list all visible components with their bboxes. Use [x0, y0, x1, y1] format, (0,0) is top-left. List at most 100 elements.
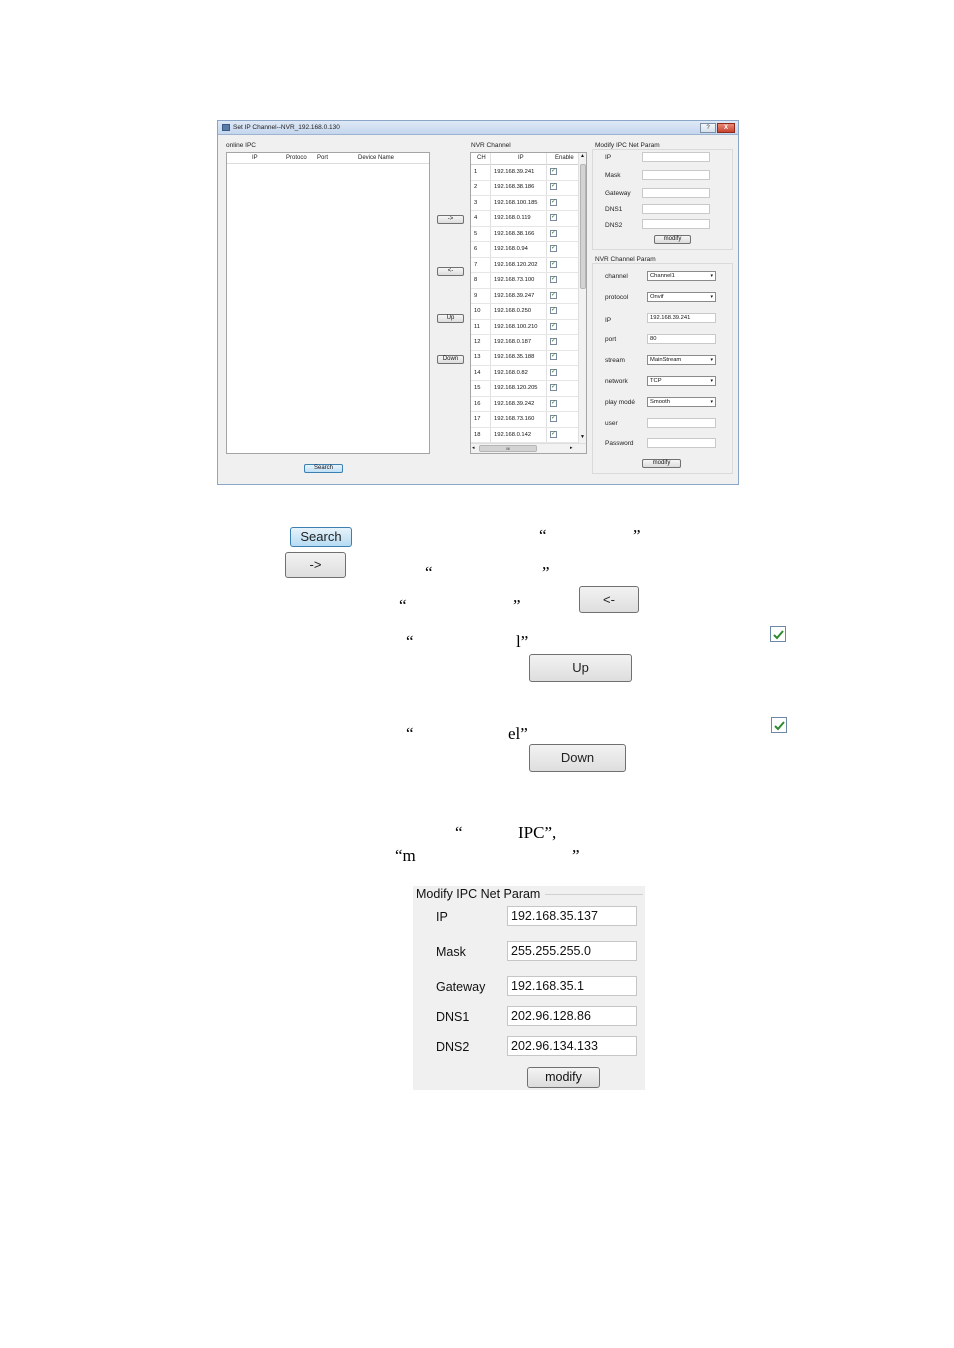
table-row[interactable]: 3 192.168.100.185 ✓: [471, 196, 579, 212]
enable-checkbox[interactable]: ✓: [550, 214, 557, 222]
small-mask-input[interactable]: [642, 170, 710, 180]
small-modify-ipc-button[interactable]: modify: [654, 235, 691, 244]
table-row[interactable]: 16 192.168.39.242 ✓: [471, 397, 579, 413]
scroll-thumb[interactable]: [580, 164, 586, 289]
up-button[interactable]: Up: [437, 314, 464, 323]
table-row[interactable]: 2 192.168.38.186 ✓: [471, 180, 579, 197]
horizontal-scrollbar[interactable]: ◂ III ▸: [471, 443, 586, 453]
small-dns2-input[interactable]: [642, 219, 710, 229]
doc-quote-close: ”: [572, 846, 580, 865]
down-button[interactable]: Down: [437, 355, 464, 364]
param-ip-input[interactable]: 192.168.39.241: [647, 313, 716, 323]
table-row[interactable]: 12 192.168.0.187 ✓: [471, 335, 579, 351]
set-ip-channel-window: Set IP Channel--NVR_192.168.0.130 ? X on…: [217, 120, 739, 485]
doc-quote-close: el”: [508, 724, 528, 743]
chevron-down-icon: ▾: [710, 357, 713, 363]
nvr-channel-table[interactable]: CH IP Enable 1 192.168.39.241 ✓ 2 192.168.38…: [470, 152, 587, 454]
ip-input[interactable]: 192.168.35.137: [507, 906, 637, 926]
online-ipc-list[interactable]: IP Protoco Port Device Name: [226, 152, 430, 454]
enable-checkbox[interactable]: ✓: [550, 384, 557, 392]
param-modify-button[interactable]: modify: [642, 459, 681, 468]
enable-checkbox[interactable]: ✓: [550, 183, 557, 191]
modify-ipc-title: Modify IPC Net Param: [416, 887, 544, 901]
password-input[interactable]: [647, 438, 716, 448]
title-bar: Set IP Channel--NVR_192.168.0.130 ? X: [218, 121, 738, 135]
user-input[interactable]: [647, 418, 716, 428]
enable-checkbox[interactable]: ✓: [550, 229, 557, 237]
gateway-input[interactable]: 192.168.35.1: [507, 976, 637, 996]
table-row[interactable]: 18 192.168.0.142 ✓: [471, 428, 579, 444]
search-button[interactable]: Search: [304, 464, 343, 473]
small-gateway-input[interactable]: [642, 188, 710, 198]
enable-checkbox[interactable]: ✓: [550, 276, 557, 284]
scroll-left-icon[interactable]: ◂: [472, 445, 475, 451]
enable-checkbox[interactable]: ✓: [550, 307, 557, 315]
enable-checkbox[interactable]: ✓: [550, 368, 557, 376]
protocol-select[interactable]: Onvif ▾: [647, 292, 716, 302]
table-row[interactable]: 6 192.168.0.94 ✓: [471, 242, 579, 258]
modify-button[interactable]: modify: [527, 1067, 600, 1088]
table-row[interactable]: 15 192.168.120.205 ✓: [471, 381, 579, 397]
table-row[interactable]: 1 192.168.39.241 ✓: [471, 165, 579, 181]
enable-checkbox[interactable]: ✓: [550, 168, 557, 175]
enable-checkbox[interactable]: ✓: [550, 291, 557, 299]
channel-select[interactable]: Channel1 ▾: [647, 271, 716, 281]
network-select[interactable]: TCP ▾: [647, 376, 716, 386]
small-ip-input[interactable]: [642, 152, 710, 162]
table-row[interactable]: 10 192.168.0.250 ✓: [471, 304, 579, 320]
playmode-label: play modé: [605, 399, 635, 406]
stream-value: MainStream: [650, 357, 682, 363]
enable-checkbox[interactable]: ✓: [550, 353, 557, 361]
enable-checkbox[interactable]: ✓: [550, 399, 557, 407]
close-button[interactable]: X: [717, 123, 735, 133]
table-row[interactable]: 9 192.168.39.247 ✓: [471, 289, 579, 305]
playmode-select[interactable]: Smooth ▾: [647, 397, 716, 407]
col-protocol: Protoco: [286, 155, 307, 161]
small-dns2-label: DNS2: [605, 222, 623, 229]
row-ch: 8: [474, 277, 478, 284]
dns2-input[interactable]: 202.96.134.133: [507, 1036, 637, 1056]
h-scroll-thumb[interactable]: III: [479, 445, 537, 452]
enable-checkbox[interactable]: ✓: [550, 322, 557, 330]
small-gateway-label: Gateway: [605, 190, 631, 197]
table-row[interactable]: 4 192.168.0.119 ✓: [471, 211, 579, 227]
vertical-scrollbar[interactable]: ▲ ▼: [578, 153, 586, 443]
dns1-input[interactable]: 202.96.128.86: [507, 1006, 637, 1026]
table-row[interactable]: 17 192.168.73.160 ✓: [471, 412, 579, 428]
col-enable: Enable: [555, 155, 574, 161]
scroll-down-icon[interactable]: ▼: [580, 434, 585, 440]
scroll-up-icon[interactable]: ▲: [580, 153, 585, 159]
col-device-name: Device Name: [358, 155, 395, 161]
doc-quote-open: “m: [395, 846, 416, 865]
help-button[interactable]: ?: [700, 123, 716, 133]
doc-quote-open: “: [399, 596, 407, 615]
row-ch: 6: [474, 246, 478, 253]
doc-quote-open: “: [406, 632, 414, 651]
remove-channel-button[interactable]: <-: [437, 267, 464, 276]
table-row[interactable]: 11 192.168.100.210 ✓: [471, 320, 579, 336]
enable-checkbox[interactable]: ✓: [550, 337, 557, 345]
dns2-label: DNS2: [436, 1040, 470, 1054]
row-ch: 14: [474, 369, 481, 376]
stream-select[interactable]: MainStream ▾: [647, 355, 716, 365]
col-port: Port: [317, 155, 329, 161]
table-row[interactable]: 13 192.168.35.188 ✓: [471, 350, 579, 366]
table-row[interactable]: 5 192.168.38.166 ✓: [471, 227, 579, 243]
mask-input[interactable]: 255.255.255.0: [507, 941, 637, 961]
chevron-down-icon: ▾: [710, 399, 713, 405]
scroll-right-icon[interactable]: ▸: [570, 445, 573, 451]
enable-checkbox[interactable]: ✓: [550, 245, 557, 253]
enable-checkbox[interactable]: ✓: [550, 260, 557, 268]
enable-checkbox[interactable]: ✓: [550, 430, 557, 438]
table-row[interactable]: 7 192.168.120.202 ✓: [471, 258, 579, 274]
enable-checkbox[interactable]: ✓: [550, 415, 557, 423]
user-label: user: [605, 420, 618, 427]
doc-down-button: Down: [529, 744, 626, 772]
table-row[interactable]: 14 192.168.0.82 ✓: [471, 366, 579, 382]
table-row[interactable]: 8 192.168.73.100 ✓: [471, 273, 579, 289]
enable-checkbox[interactable]: ✓: [550, 198, 557, 206]
small-dns1-input[interactable]: [642, 204, 710, 214]
stream-label: stream: [605, 357, 625, 364]
add-channel-button[interactable]: ->: [437, 215, 464, 224]
port-input[interactable]: 80: [647, 334, 716, 344]
